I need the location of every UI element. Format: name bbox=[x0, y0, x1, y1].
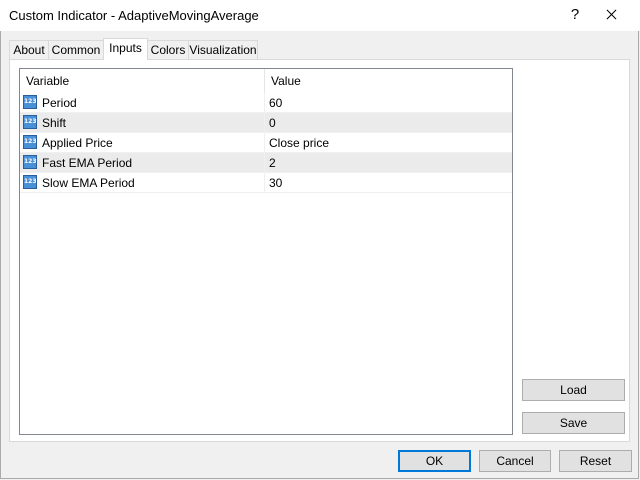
cell-divider bbox=[264, 153, 265, 173]
reset-button-label: Reset bbox=[579, 454, 612, 468]
variable-value[interactable]: 30 bbox=[269, 173, 282, 193]
123-icon: 123 bbox=[23, 175, 37, 189]
help-button[interactable]: ? bbox=[568, 6, 582, 23]
window-title: Custom Indicator - AdaptiveMovingAverage bbox=[9, 8, 259, 23]
cell-divider bbox=[264, 133, 265, 153]
variable-name: Fast EMA Period bbox=[42, 156, 133, 170]
ok-button[interactable]: OK bbox=[398, 450, 471, 472]
variable-name: Slow EMA Period bbox=[42, 176, 135, 190]
close-icon[interactable] bbox=[600, 3, 624, 27]
inputs-table[interactable]: Variable Value 123 Period 60 123 Shift 0… bbox=[19, 68, 513, 435]
table-row[interactable]: 123 Slow EMA Period 30 bbox=[20, 173, 512, 193]
123-icon: 123 bbox=[23, 95, 37, 109]
load-button-label: Load bbox=[560, 383, 587, 397]
ok-button-label: OK bbox=[425, 454, 444, 468]
table-row[interactable]: 123 Fast EMA Period 2 bbox=[20, 153, 512, 173]
cancel-button-label: Cancel bbox=[496, 454, 534, 468]
123-icon: 123 bbox=[23, 115, 37, 129]
column-header-variable[interactable]: Variable bbox=[20, 69, 264, 93]
variable-value[interactable]: 0 bbox=[269, 113, 276, 133]
tab-about[interactable]: About bbox=[9, 40, 49, 59]
table-row[interactable]: 123 Period 60 bbox=[20, 93, 512, 113]
variable-value[interactable]: Close price bbox=[269, 133, 329, 153]
tab-colors[interactable]: Colors bbox=[147, 40, 189, 59]
variable-value[interactable]: 60 bbox=[269, 93, 282, 113]
tab-label: Common bbox=[51, 43, 101, 57]
save-button-label: Save bbox=[559, 416, 588, 430]
variable-name: Applied Price bbox=[42, 136, 113, 150]
tab-label: Visualization bbox=[189, 43, 257, 57]
table-row[interactable]: 123 Applied Price Close price bbox=[20, 133, 512, 153]
cancel-button[interactable]: Cancel bbox=[479, 450, 551, 472]
table-row[interactable]: 123 Shift 0 bbox=[20, 113, 512, 133]
123-icon: 123 bbox=[23, 135, 37, 149]
variable-value[interactable]: 2 bbox=[269, 153, 276, 173]
load-button[interactable]: Load bbox=[522, 379, 625, 401]
variable-name: Shift bbox=[42, 116, 67, 130]
variable-name: Period bbox=[42, 96, 77, 110]
save-button[interactable]: Save bbox=[522, 412, 625, 434]
cell-divider bbox=[264, 173, 265, 193]
reset-button[interactable]: Reset bbox=[559, 450, 632, 472]
tab-label: Inputs bbox=[109, 41, 142, 55]
cell-divider bbox=[264, 113, 265, 133]
tab-inputs[interactable]: Inputs bbox=[103, 38, 148, 60]
column-header-value[interactable]: Value bbox=[265, 69, 512, 93]
tab-common[interactable]: Common bbox=[48, 40, 104, 59]
cell-divider bbox=[264, 93, 265, 113]
123-icon: 123 bbox=[23, 155, 37, 169]
tab-visualization[interactable]: Visualization bbox=[188, 40, 258, 59]
tab-label: Colors bbox=[150, 43, 186, 57]
tab-label: About bbox=[13, 43, 45, 57]
